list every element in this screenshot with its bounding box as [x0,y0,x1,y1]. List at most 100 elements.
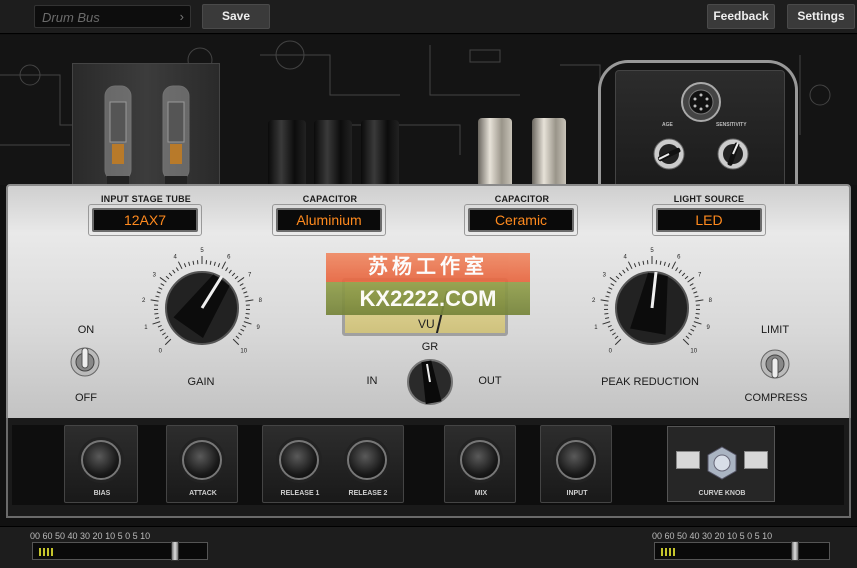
peak-reduction-tick-mark [605,317,610,319]
capacitor-1-display[interactable]: Aluminium [272,204,386,236]
gain-tick-mark [155,295,160,298]
input-meter [32,541,208,561]
peak-reduction-tick-mark [625,267,629,272]
light-source-display[interactable]: LED [652,204,766,236]
meter-selector-knob[interactable] [406,358,454,406]
gain-knob[interactable]: 0 1 2 3 4 5 6 7 8 9 10 [138,240,266,368]
tube-cage [72,63,220,191]
bias-label: BIAS [93,490,111,497]
output-meter-level [661,548,675,556]
gain-tick-mark [152,321,161,325]
peak-reduction-tick-mark [609,328,614,332]
chevron-right-icon: › [179,9,184,24]
peak-reduction-tick-mark [694,317,699,319]
capacitor-aluminium-1 [268,120,306,192]
capacitor-2-display[interactable]: Ceramic [464,204,578,236]
peak-reduction-tick-label: 3 [603,272,607,278]
peak-reduction-tick-label: 2 [592,298,596,304]
gain-tick-mark [217,263,221,268]
gain-tick-mark [177,261,183,270]
gain-tick-mark [175,267,179,272]
release-1-label: RELEASE 1 [280,490,320,497]
gain-tick-mark [165,275,170,280]
peak-reduction-tick-mark [690,328,695,332]
gain-tick-mark [225,267,229,272]
gain-tick-mark [239,283,244,287]
feedback-button[interactable]: Feedback [707,4,775,29]
output-meter [654,541,830,561]
gain-tick-mark [231,272,236,277]
on-label: ON [77,324,95,336]
gain-tick-mark [168,272,173,277]
gain-tick-mark [157,325,162,328]
peak-reduction-label: PEAK REDUCTION [601,376,699,388]
peak-reduction-tick-mark [600,299,609,302]
gain-tick-mark [164,338,172,346]
peak-reduction-tick-mark [602,321,611,325]
age-knob[interactable] [652,137,686,171]
compress-label: COMPRESS [744,392,808,404]
vacuum-tube-icon [162,85,190,186]
output-level-fader[interactable] [791,541,799,561]
out-label: OUT [478,375,502,387]
bias-knob[interactable] [81,440,121,480]
peak-reduction-tick-mark [684,275,689,280]
attack-knob[interactable] [182,440,222,480]
gain-tick-mark [243,321,252,325]
peak-reduction-tick-mark [687,277,695,283]
release-1-knob[interactable] [279,440,319,480]
peak-reduction-knob[interactable]: 0 1 2 3 4 5 6 7 8 9 10 [588,240,716,368]
gain-tick-mark [240,328,245,332]
bias-module: BIAS [64,425,138,503]
peak-reduction-tick-mark [685,335,690,339]
peak-reduction-tick-mark [633,263,637,268]
peak-reduction-tick-mark [678,269,682,274]
peak-reduction-tick-mark [608,287,613,290]
peak-reduction-tick-mark [622,269,626,274]
preset-selector[interactable]: Drum Bus › [34,5,191,28]
peak-reduction-tick-mark [618,272,623,277]
peak-reduction-tick-mark [606,291,611,294]
gain-tick-mark [245,313,250,315]
peak-reduction-tick-label: 6 [677,254,681,260]
gain-tick-mark [244,295,249,298]
peak-reduction-tick-label: 8 [709,298,713,304]
gain-tick-label: 0 [159,349,163,355]
peak-reduction-tick-mark [605,295,610,298]
settings-button[interactable]: Settings [787,4,855,29]
gain-tick-label: 9 [256,325,260,331]
peak-reduction-tick-mark [689,283,694,287]
gain-tick-label: 2 [142,298,146,304]
curve-knob[interactable] [704,445,740,481]
input-label: INPUT [566,490,588,497]
peak-reduction-tick-mark [615,275,620,280]
peak-reduction-tick-mark [691,287,696,290]
power-toggle-switch[interactable] [70,342,100,382]
input-stage-tube-display[interactable]: 12AX7 [88,204,202,236]
gain-tick-label: 10 [240,349,247,355]
connector-icon [681,82,721,122]
input-knob[interactable] [556,440,596,480]
off-label: OFF [75,392,97,404]
peak-reduction-tick-mark [663,261,666,266]
light-source-label: LIGHT SOURCE [673,194,745,204]
sensitivity-knob[interactable] [716,137,750,171]
gain-tick-label: 3 [153,272,157,278]
gain-tick-mark [158,287,163,290]
top-toolbar: Drum Bus › Save Feedback Settings [0,0,857,34]
capacitor-1-label: CAPACITOR [302,194,358,204]
save-button[interactable]: Save [202,4,270,29]
release-2-label: RELEASE 2 [348,490,388,497]
gain-tick-mark [159,328,164,332]
gain-tick-mark [243,291,248,294]
vacuum-tube-icon [104,85,132,186]
peak-reduction-tick-mark [642,260,645,265]
release-module: RELEASE 1 RELEASE 2 [262,425,404,503]
input-level-fader[interactable] [171,541,179,561]
mix-knob[interactable] [460,440,500,480]
peak-reduction-tick-mark [682,338,690,346]
attack-label: ATTACK [189,490,217,497]
limit-compress-toggle[interactable] [760,344,790,384]
release-2-knob[interactable] [347,440,387,480]
input-stage-tube-label: INPUT STAGE TUBE [100,194,192,204]
